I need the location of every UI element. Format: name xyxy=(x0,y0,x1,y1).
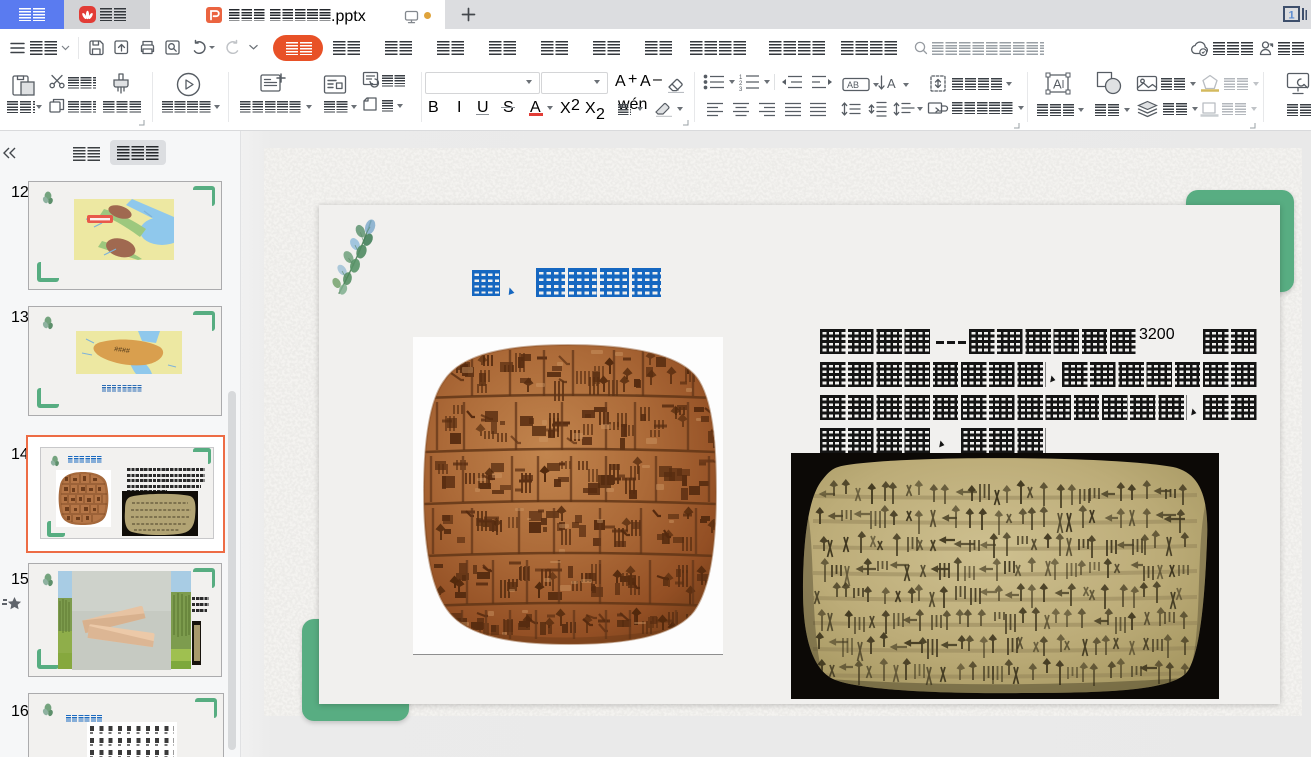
svg-text:A: A xyxy=(1053,77,1062,92)
svg-text:A: A xyxy=(887,76,896,91)
svg-text:3: 3 xyxy=(739,87,743,91)
svg-text:AB: AB xyxy=(847,80,859,90)
svg-text:1: 1 xyxy=(1288,10,1294,22)
